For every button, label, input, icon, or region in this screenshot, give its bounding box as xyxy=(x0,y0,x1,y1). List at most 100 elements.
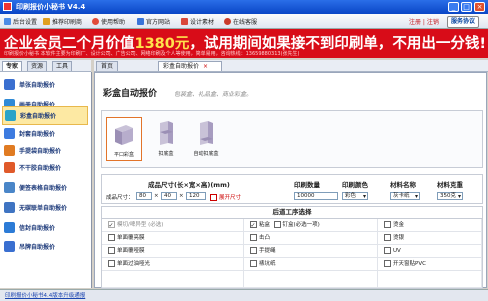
quantity-input[interactable]: 10000 xyxy=(294,192,338,200)
printer-icon xyxy=(43,18,50,25)
tab-close-icon[interactable]: × xyxy=(203,63,208,70)
sidebar-item-tag[interactable]: 吊牌自助报价 xyxy=(2,237,88,256)
post-process-grid: 模切/啤异型 (必选) 粘盒 钉盒(必选一项) 烫金 单面覆亮膜 击凸 烫银 单… xyxy=(102,218,482,288)
checkbox-icon xyxy=(250,234,257,241)
option-corrugated-mount[interactable]: 裱坑纸 xyxy=(244,258,378,271)
size-separator: × xyxy=(154,193,159,199)
spec-section: 成品尺寸(长×宽×高)(mm) 印刷数量 印刷颜色 材料名称 材料克重 成品尺寸… xyxy=(101,174,483,204)
product-lock-bottom-box[interactable]: 扣底盒 xyxy=(148,117,184,161)
toolbar-printers-button[interactable]: 推荐印刷商 xyxy=(43,17,82,26)
option-glue-box[interactable]: 粘盒 钉盒(必选一项) xyxy=(244,219,378,232)
product-flat-box[interactable]: 平口彩盒 xyxy=(106,117,142,161)
option-pvc-window[interactable]: 开天窗贴PVC xyxy=(378,258,482,271)
option-label: 模切/啤异型 (必选) xyxy=(117,222,164,228)
checkbox-icon xyxy=(250,260,257,267)
checkbox-icon xyxy=(108,234,115,241)
sidebar-item-label: 单张自助报价 xyxy=(19,82,56,89)
product-label: 扣底盒 xyxy=(158,151,174,157)
product-auto-lock-box[interactable]: 自动扣底盒 xyxy=(188,117,224,161)
toolbar-design-button[interactable]: 设计素材 xyxy=(181,17,214,26)
sidebar-tab-tools[interactable]: 工具 xyxy=(52,61,73,71)
window-title: 印刷报价小秘书 V4.4 xyxy=(16,3,86,11)
sidebar-item-label: 吊牌自助报价 xyxy=(19,244,56,251)
expand-size-checkbox[interactable]: 展开尺寸 xyxy=(210,193,241,201)
sidebar-item-single-sheet[interactable]: 单张自助报价 xyxy=(2,75,88,94)
option-label: 手提绳 xyxy=(259,248,276,254)
expand-size-label: 展开尺寸 xyxy=(219,195,242,201)
tab-home[interactable]: 首页 xyxy=(96,61,119,71)
letter-envelope-icon xyxy=(4,222,15,233)
help-icon xyxy=(92,18,99,25)
sidebar-item-letter-envelope[interactable]: 信封自助报价 xyxy=(2,218,88,237)
sticker-icon xyxy=(4,162,15,173)
checkbox-icon xyxy=(384,221,391,228)
post-process-header: 后道工序选择 xyxy=(272,208,312,216)
checkbox-icon xyxy=(108,219,115,232)
option-label: 粘盒 xyxy=(259,222,271,228)
sidebar-item-carbonless[interactable]: 无碳联单自助报价 xyxy=(2,198,88,217)
height-input[interactable]: 120 xyxy=(186,192,206,200)
design-icon xyxy=(181,18,188,25)
toolbar-design-label: 设计素材 xyxy=(190,19,215,26)
service-agreement-button[interactable]: 服务协议 xyxy=(447,16,480,28)
checkbox-icon xyxy=(384,234,391,241)
option-matte-lamination[interactable]: 单面覆哑膜 xyxy=(102,245,244,258)
promo-banner[interactable]: 企业会员二个月价值1380元，试用期间如果接不到印刷单，不用出一分钱! 印刷报价… xyxy=(0,29,488,58)
page-title: 彩盒自动报价 xyxy=(103,89,158,99)
toolbar-help-button[interactable]: 使用帮助 xyxy=(92,17,125,26)
weight-select[interactable]: 350克 xyxy=(437,192,463,200)
sidebar-item-label: 彩盒自助报价 xyxy=(20,113,57,120)
product-label: 自动扣底盒 xyxy=(193,151,219,157)
settings-icon xyxy=(4,18,11,25)
tab-color-box[interactable]: 彩盒自助报价 × xyxy=(158,61,222,71)
sidebar-item-label: 不干胶自助报价 xyxy=(19,165,62,172)
support-icon xyxy=(224,18,231,25)
option-handle-rope[interactable]: 手提绳 xyxy=(244,245,378,258)
color-header: 印刷颜色 xyxy=(342,181,368,189)
option-label: 单面覆亮膜 xyxy=(117,235,145,241)
sidebar-item-memo-form[interactable]: 便签表格自助报价 xyxy=(2,178,88,197)
empty-cell xyxy=(102,271,244,288)
maximize-button[interactable]: □ xyxy=(461,2,472,12)
minimize-button[interactable]: _ xyxy=(448,2,459,12)
toolbar-website-label: 官方网站 xyxy=(146,19,171,26)
width-input[interactable]: 40 xyxy=(161,192,177,200)
length-input[interactable]: 80 xyxy=(136,192,152,200)
register-link[interactable]: 注册 | 注销 xyxy=(409,17,439,26)
toolbar-website-button[interactable]: 官方网站 xyxy=(137,17,170,26)
sidebar-tab-expert[interactable]: 专家 xyxy=(2,61,23,71)
sidebar-item-sticker[interactable]: 不干胶自助报价 xyxy=(2,158,88,177)
option-hot-gold[interactable]: 烫金 xyxy=(378,219,482,232)
option-die-cut[interactable]: 模切/啤异型 (必选) xyxy=(102,219,244,232)
toolbar-support-button[interactable]: 在线客服 xyxy=(224,17,257,26)
tag-icon xyxy=(4,241,15,252)
material-select[interactable]: 灰卡纸 xyxy=(390,192,420,200)
product-label: 平口彩盒 xyxy=(113,152,134,158)
sidebar-item-label: 无碳联单自助报价 xyxy=(19,205,68,212)
option-hot-silver[interactable]: 烫银 xyxy=(378,232,482,245)
option-gloss-lamination[interactable]: 单面覆亮膜 xyxy=(102,232,244,245)
sidebar-item-color-box[interactable]: 彩盒自助报价 xyxy=(2,106,88,125)
checkbox-icon xyxy=(108,247,115,254)
weight-header: 材料克重 xyxy=(437,181,463,189)
update-notice-link[interactable]: 印刷报价小秘书4.4版本升级通报 xyxy=(5,291,85,299)
toolbar: 后台设置 推荐印刷商 使用帮助 官方网站 设计素材 在线客服 注册 | 注销 服… xyxy=(0,14,488,29)
checkbox-icon xyxy=(273,221,281,228)
sidebar-item-label: 手提袋自助报价 xyxy=(19,148,62,155)
close-button[interactable]: × xyxy=(474,2,485,12)
option-uv[interactable]: UV xyxy=(378,245,482,258)
checkbox-icon xyxy=(210,194,217,201)
option-emboss[interactable]: 击凸 xyxy=(244,232,378,245)
empty-cell xyxy=(378,271,482,288)
sidebar-tab-resources[interactable]: 资源 xyxy=(27,61,48,71)
option-matte-varnish[interactable]: 单面过油哑光 xyxy=(102,258,244,271)
option-label: 单面过油哑光 xyxy=(117,261,151,267)
main-panel: 彩盒自动报价 包装盒、礼品盒、商业彩盒。 平口彩盒 扣底盒 自动扣底盒 成品尺寸… xyxy=(94,72,487,289)
box-icon xyxy=(200,121,213,145)
option-label: 烫金 xyxy=(393,222,405,228)
color-select[interactable]: 彩色 xyxy=(342,192,368,200)
banner-subtext: 印刷报价小秘书 本软件主要为印刷厂、设计公司、广告公司、网络印刷及个人等使用，简… xyxy=(4,51,300,57)
toolbar-settings-button[interactable]: 后台设置 xyxy=(4,17,37,26)
checkbox-icon xyxy=(250,247,257,254)
option-label: 单面覆哑膜 xyxy=(117,248,145,254)
